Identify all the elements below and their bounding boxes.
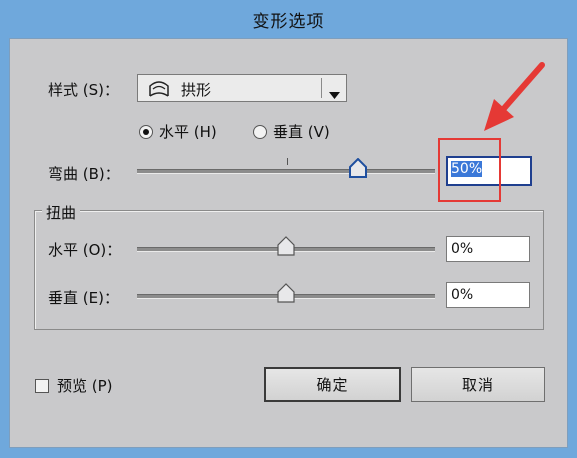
distortion-vertical-label: 垂直 (E)： (48, 289, 119, 307)
distortion-horizontal-label: 水平 (O)： (48, 241, 122, 259)
triangle-down-icon[interactable] (329, 85, 340, 103)
distortion-group (34, 210, 544, 330)
bend-slider-track[interactable] (137, 169, 435, 174)
distortion-vertical-input[interactable]: 0% (446, 282, 530, 308)
ok-button-label: 确定 (316, 376, 349, 394)
cancel-button[interactable]: 取消 (411, 367, 545, 402)
radio-horizontal-circle[interactable] (139, 124, 153, 139)
ok-button[interactable]: 确定 (264, 367, 401, 402)
radio-vertical[interactable]: 垂直 (V) (253, 121, 330, 142)
radio-horizontal[interactable]: 水平 (H) (139, 121, 217, 142)
distortion-vertical-value: 0% (451, 287, 474, 303)
radio-vertical-circle[interactable] (253, 124, 267, 139)
style-label: 样式 (S)： (48, 81, 119, 99)
distortion-group-title: 扭曲 (42, 202, 81, 223)
dropdown-separator (321, 78, 322, 98)
preview-checkbox[interactable]: 预览 (P) (35, 375, 113, 396)
dialog-body: 样式 (S)： 拱形 水平 (H) 垂直 (V) 弯曲 (B)： 50% 扭曲 … (9, 38, 568, 448)
radio-vertical-label: 垂直 (V) (273, 123, 330, 141)
window-title: 变形选项 (252, 11, 325, 32)
title-bar[interactable]: 变形选项 (0, 0, 577, 38)
style-dropdown[interactable]: 拱形 (137, 74, 347, 102)
distortion-horizontal-value: 0% (451, 241, 474, 257)
bend-label: 弯曲 (B)： (48, 165, 120, 183)
bend-center-tick (287, 158, 288, 165)
bend-slider-thumb[interactable] (349, 157, 367, 182)
distortion-vertical-thumb[interactable] (277, 283, 295, 307)
arc-warp-icon (148, 80, 170, 102)
preview-checkbox-box[interactable] (35, 378, 49, 393)
distortion-horizontal-input[interactable]: 0% (446, 236, 530, 262)
style-dropdown-value: 拱形 (181, 81, 212, 99)
radio-horizontal-label: 水平 (H) (159, 123, 217, 141)
red-arrow-icon (480, 61, 550, 140)
cancel-button-label: 取消 (461, 376, 494, 394)
annotation-highlight-box (438, 138, 501, 202)
preview-checkbox-label: 预览 (P) (57, 377, 113, 395)
distortion-horizontal-thumb[interactable] (277, 236, 295, 260)
